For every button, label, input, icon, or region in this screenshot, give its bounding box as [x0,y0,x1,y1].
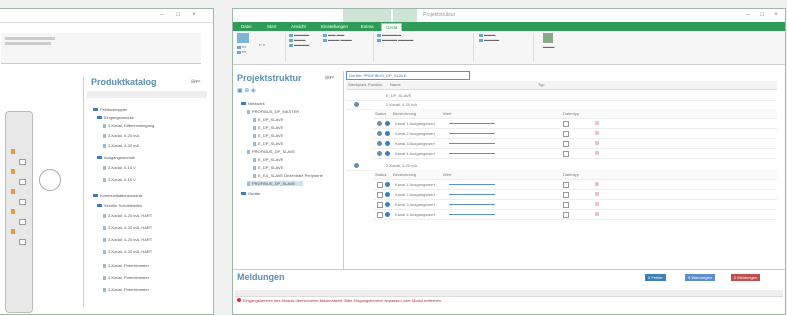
gear-icon [354,102,359,107]
close-icon[interactable]: × [771,11,781,19]
tree-item[interactable]: E_EA_SLAVE Dezentrale Peripherie [253,173,323,178]
tree-item-selected[interactable]: PROFIBUS_DP_SLAVE [247,181,304,186]
tab-settings[interactable]: Einstellungen [317,23,352,31]
gear-icon [377,121,382,126]
tree-item[interactable]: 2-Kanal, 0-10 V [103,177,136,182]
device-module [5,111,33,313]
connector-icon [39,169,61,191]
maximize-icon[interactable]: □ [173,11,183,19]
title-bar: – □ × [0,9,213,23]
tree-item[interactable]: Eingangsmodule [97,115,134,120]
pin-icon[interactable]: ⊞▾× [191,79,201,85]
tree-item[interactable]: 2-Kanal, Potentiometer [103,287,149,292]
channel-header: Status Bezeichnung Wert Datentyp [373,109,777,119]
catalog-toolbar [87,91,207,98]
panel-title: Projektstruktur [237,73,302,83]
pin-icon[interactable]: ⊞▾× [325,75,335,81]
tree-item[interactable]: E_DP_SLAVE [253,141,283,146]
channel-row[interactable]: Kanal 3 Ausgangswert [373,139,777,149]
tree-item[interactable]: 2-Kanal, 4-20 mA, HART [103,225,152,230]
tab-file[interactable]: Datei [237,23,256,31]
maximize-icon[interactable]: □ [757,11,767,19]
tab-view[interactable]: Ansicht [287,23,310,31]
tree-item[interactable]: 2-Kanal, 4-20 mA [103,143,139,148]
tree-item[interactable]: 2-Kanal, 4-20 mA, HART [103,237,152,242]
channel-row[interactable]: Kanal 4 Ausgangswert [373,210,777,220]
window-title: Projektstruktur [423,12,456,18]
main-window: Projektstruktur – □ × Datei Start Ansich… [232,8,786,315]
channel-row[interactable]: Kanal 4 Ausgangswert [373,149,777,159]
warnings-filter-button[interactable]: 0 Warnungen [685,274,715,281]
errors-filter-button[interactable]: 0 Fehler [645,274,666,281]
messages-filter-button[interactable]: 0 Meldungen [731,274,761,281]
document-tab[interactable]: Geräte: PROFIBUS_DP_SLAVE [346,71,470,80]
tree-item[interactable]: E_DP_SLAVE [253,157,283,162]
minimize-icon[interactable]: – [743,11,753,19]
catalog-window: – □ × Produktkatalog ⊞▾× Feldbuskoppler … [0,8,214,315]
tree-item[interactable]: E_DP_SLAVE [253,133,283,138]
tree-item[interactable]: Kommunikationsmodule [93,193,143,198]
tree-item[interactable]: E_DP_SLAVE [253,125,283,130]
tree-item[interactable]: Netzwerk [241,101,265,106]
channel-row[interactable]: Kanal 1 Ausgangswert [373,180,777,190]
tree-item[interactable]: Feldbuskoppler [93,107,127,112]
messages-panel: Meldungen 0 Fehler 0 Warnungen 0 Meldung… [233,269,785,314]
checkbox [563,121,569,127]
tree-item[interactable]: E_DP_SLAVE [253,165,283,170]
tree-item[interactable]: 2-Kanal, 4-20 mA, HART [103,213,152,218]
tree-item[interactable]: Serielle Schnittstellen [97,203,142,208]
tree-item[interactable]: 2-Kanal, 0-20 mA [103,133,139,138]
channel-header: Status Bezeichnung Wert Datentyp [373,170,777,180]
minimize-icon[interactable]: – [157,11,167,19]
tree-item[interactable]: Geräte [241,191,260,196]
tree-item[interactable]: E_DP_SLAVE [253,117,283,122]
tree-item[interactable]: 2-Kanal, 4-20 mA, HART [103,249,152,254]
tree-item[interactable]: Ausgangsmodule [97,155,135,160]
ribbon [1,33,201,64]
close-icon[interactable]: × [189,11,199,19]
channel-row[interactable]: Kanal 2 Ausgangswert [373,190,777,200]
tree-item[interactable]: 2-Kanal, 0-10 V [103,165,136,170]
tree-toolbar[interactable]: ▣ ⊕ ◈ [237,87,337,94]
tree-item[interactable]: 2-Kanal, Potentiometer [103,263,149,268]
tree-item[interactable]: PROFIBUS_DP_SLAVE [247,149,295,154]
tree-item[interactable]: PROFIBUS_DP_MASTER [247,109,299,114]
ribbon: ▪▪▪ ▪▪▪ ▪▪ ▪▪ ▬▬▬▬ ▬▬▬ ▬▬▬▬ ▬▬ ▬▬ ▬▬▬ ▬▬▬ ▬▬… [233,31,785,65]
tab-start[interactable]: Start [263,23,281,31]
channel-row[interactable]: Kanal 2 Ausgangswert [373,129,777,139]
tree-item[interactable]: 2-Kanal, Potentiometer [103,275,149,280]
title-bar: Projektstruktur – □ × [233,9,785,23]
message-row[interactable]: Eingangsbereich des Moduls überschreitet… [237,298,442,303]
tree-item[interactable]: 2-Kanal, Differenzeingang [103,123,154,128]
channel-row[interactable]: Kanal 3 Ausgangswert [373,200,777,210]
tab-extras[interactable]: Extras [357,23,378,31]
channel-row[interactable]: Kanal 1 Ausgangswert [373,119,777,129]
ribbon-tab-bar [233,22,785,31]
value-slider [449,123,495,124]
messages-title: Meldungen [237,272,285,282]
error-icon [237,298,241,302]
grid-header: Steckplatz Position Name Typ [346,81,777,90]
panel-title: Produktkatalog [91,77,157,87]
